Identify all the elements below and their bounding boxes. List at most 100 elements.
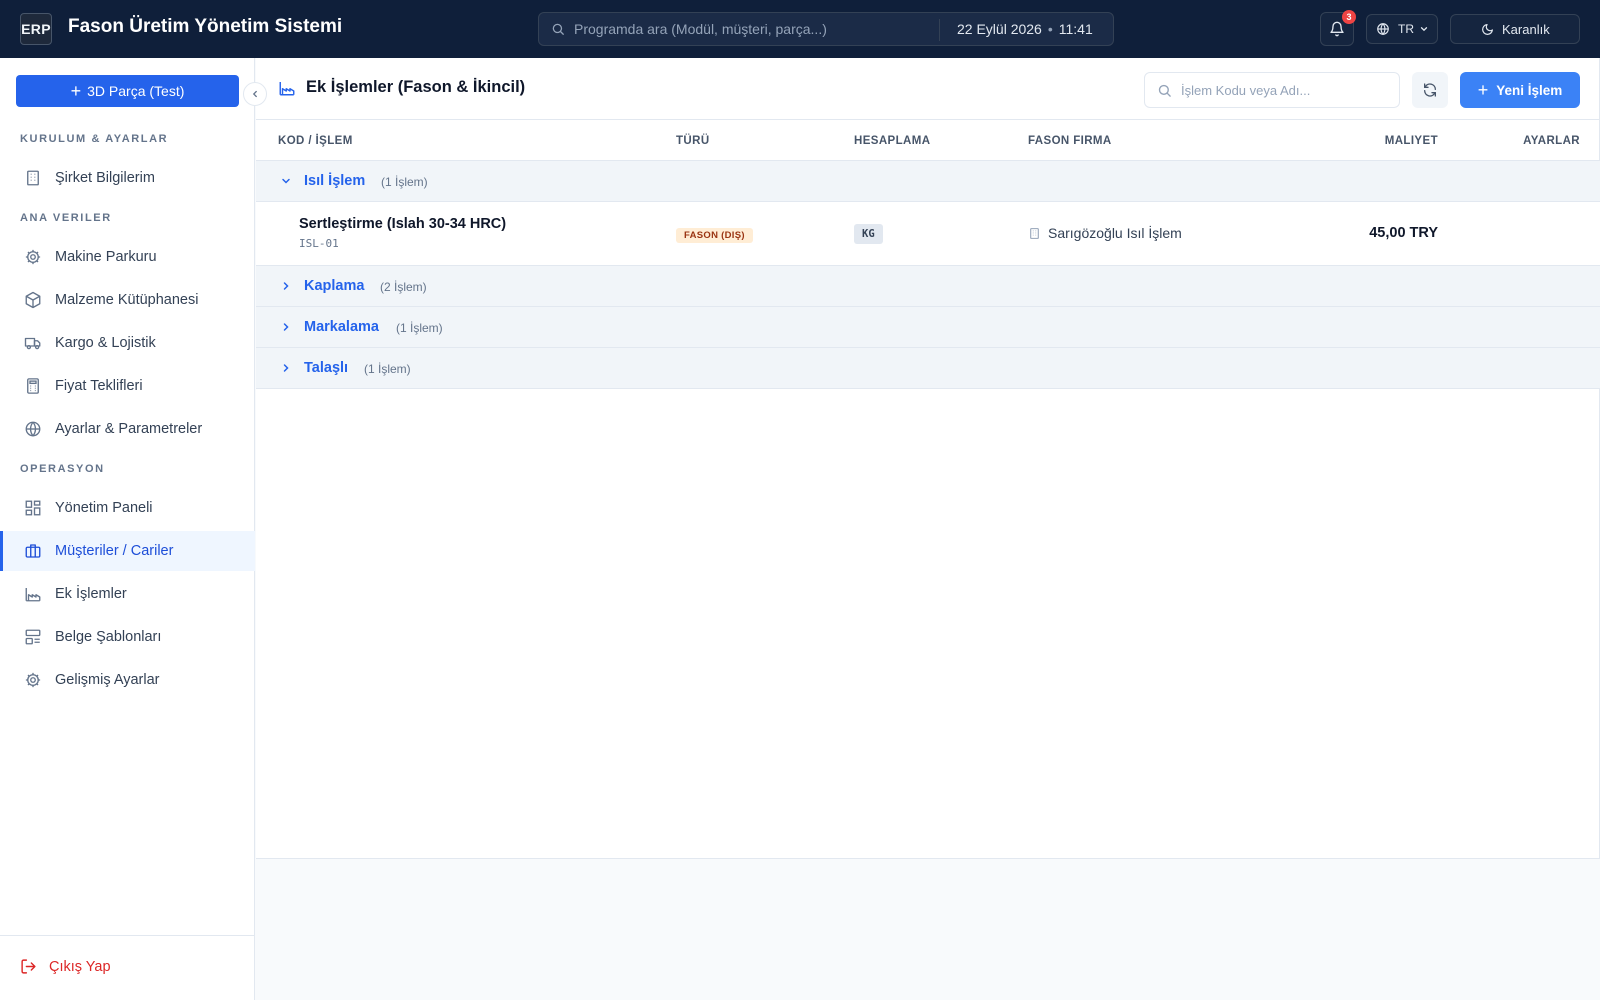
group-row-heat-treatment[interactable]: Isıl İşlem (1 İşlem)	[256, 161, 1600, 202]
sidebar-item-document-templates[interactable]: Belge Şablonları	[0, 617, 255, 657]
group-count: (2 İşlem)	[380, 280, 427, 294]
new-operation-button[interactable]: + Yeni İşlem	[1460, 72, 1580, 108]
globe-icon	[1376, 22, 1390, 36]
sidebar-item-material-library[interactable]: Malzeme Kütüphanesi	[0, 280, 255, 320]
column-header-code[interactable]: KOD / İŞLEM	[278, 135, 353, 147]
top-bar: ERP Fason Üretim Yönetim Sistemi Program…	[0, 0, 1600, 58]
sidebar-item-label: Malzeme Kütüphanesi	[55, 292, 199, 308]
group-name: Markalama	[304, 319, 379, 335]
chevron-left-icon	[250, 89, 260, 99]
chevron-right-icon	[280, 280, 292, 292]
refresh-button[interactable]	[1412, 72, 1448, 108]
new-operation-label: Yeni İşlem	[1496, 82, 1563, 98]
sidebar-item-label: Ayarlar & Parametreler	[55, 421, 203, 437]
notification-count-badge: 3	[1342, 10, 1356, 24]
globe-icon	[24, 420, 42, 438]
chevron-down-icon	[1419, 24, 1429, 34]
current-datetime: 22 Eylül 2026 • 11:41	[957, 21, 1093, 37]
building-icon	[1028, 227, 1041, 240]
global-search-input[interactable]: Programda ara (Modül, müşteri, parça...)…	[538, 12, 1114, 46]
sidebar-item-label: Gelişmiş Ayarlar	[55, 672, 160, 688]
sidebar-item-shipping[interactable]: Kargo & Lojistik	[0, 323, 255, 363]
group-row-coating[interactable]: Kaplama (2 İşlem)	[256, 266, 1600, 307]
group-name: Talaşlı	[304, 360, 349, 376]
sidebar-item-label: Yönetim Paneli	[55, 500, 153, 516]
sidebar-item-label: Makine Parkuru	[55, 249, 157, 265]
calculation-unit-badge: KG	[854, 224, 883, 244]
sidebar-item-extra-operations[interactable]: Ek İşlemler	[0, 574, 255, 614]
group-count: (1 İşlem)	[381, 175, 428, 189]
logout-button[interactable]: Çıkış Yap	[20, 958, 111, 975]
table-header: KOD / İŞLEM TÜRÜ HESAPLAMA FASON FIRMA M…	[256, 120, 1600, 161]
moon-icon	[1481, 23, 1494, 36]
sidebar-item-label: Şirket Bilgilerim	[55, 170, 155, 186]
search-placeholder: Programda ara (Modül, müşteri, parça...)	[574, 21, 827, 37]
sidebar-item-dashboard[interactable]: Yönetim Paneli	[0, 488, 255, 528]
chevron-right-icon	[280, 321, 292, 333]
sidebar-item-advanced-settings[interactable]: Gelişmiş Ayarlar	[0, 660, 255, 700]
bell-icon	[1329, 21, 1345, 37]
group-count: (1 İşlem)	[364, 362, 411, 376]
logout-label: Çıkış Yap	[49, 958, 111, 975]
group-name: Isıl İşlem	[304, 173, 366, 189]
operation-cost: 45,00 TRY	[1369, 225, 1438, 241]
search-icon	[551, 22, 565, 36]
page-title-text: Ek İşlemler (Fason & İkincil)	[306, 78, 526, 96]
notifications-button[interactable]: 3	[1320, 10, 1356, 46]
app-logo[interactable]: ERP	[20, 13, 52, 45]
factory-icon	[278, 79, 296, 97]
sidebar-item-label: Belge Şablonları	[55, 629, 162, 645]
add-3d-part-button[interactable]: + 3D Parça (Test)	[16, 75, 239, 107]
table-row[interactable]: Sertleştirme (Islah 30-34 HRC) ISL-01 FA…	[256, 202, 1600, 266]
column-header-type[interactable]: TÜRÜ	[676, 135, 710, 147]
vendor-name: Sarıgözoğlu Isıl İşlem	[1048, 225, 1182, 241]
gear-icon	[24, 671, 42, 689]
current-date: 22 Eylül 2026	[957, 21, 1042, 37]
sidebar-item-company-info[interactable]: Şirket Bilgilerim	[0, 158, 255, 198]
chevron-right-icon	[280, 362, 292, 374]
plus-icon: +	[70, 81, 82, 101]
theme-toggle-button[interactable]: Karanlık	[1450, 14, 1580, 44]
add-3d-part-label: 3D Parça (Test)	[87, 83, 185, 99]
current-time: 11:41	[1058, 21, 1093, 37]
chevron-down-icon	[280, 175, 292, 187]
sidebar-collapse-button[interactable]	[243, 82, 267, 106]
column-header-calculation[interactable]: HESAPLAMA	[854, 135, 930, 147]
group-row-marking[interactable]: Markalama (1 İşlem)	[256, 307, 1600, 348]
extra-operations-panel: Ek İşlemler (Fason & İkincil) İşlem Kodu…	[256, 58, 1600, 859]
briefcase-icon	[24, 542, 42, 560]
building-icon	[24, 169, 42, 187]
sidebar-item-machine-park[interactable]: Makine Parkuru	[0, 237, 255, 277]
page-title: Ek İşlemler (Fason & İkincil)	[278, 78, 525, 97]
column-header-vendor[interactable]: FASON FIRMA	[1028, 135, 1112, 147]
package-icon	[24, 291, 42, 309]
sidebar-section-master-data: ANA VERILER	[20, 212, 112, 224]
operation-type-badge: FASON (DIŞ)	[676, 228, 753, 243]
logout-icon	[20, 958, 37, 975]
sidebar-item-label: Müşteriler / Cariler	[55, 543, 174, 559]
group-name: Kaplama	[304, 278, 365, 294]
template-icon	[24, 628, 42, 646]
dashboard-icon	[24, 499, 42, 517]
sidebar-section-setup: KURULUM & AYARLAR	[20, 133, 169, 145]
refresh-icon	[1422, 82, 1438, 98]
operation-name: Sertleştirme (Islah 30-34 HRC)	[299, 216, 507, 232]
column-header-settings: AYARLAR	[1523, 135, 1580, 147]
sidebar-item-label: Fiyat Teklifleri	[55, 378, 143, 394]
sidebar-item-settings-parameters[interactable]: Ayarlar & Parametreler	[0, 409, 255, 449]
column-header-cost[interactable]: MALIYET	[1385, 135, 1438, 147]
operation-search-input[interactable]: İşlem Kodu veya Adı...	[1144, 72, 1400, 108]
group-row-machining[interactable]: Talaşlı (1 İşlem)	[256, 348, 1600, 389]
theme-label: Karanlık	[1502, 21, 1550, 37]
sidebar-item-customers[interactable]: Müşteriler / Cariler	[0, 531, 255, 571]
search-divider	[939, 19, 940, 41]
vendor-cell: Sarıgözoğlu Isıl İşlem	[1028, 225, 1182, 241]
gear-icon	[24, 248, 42, 266]
sidebar-item-quotes[interactable]: Fiyat Teklifleri	[0, 366, 255, 406]
app-title: Fason Üretim Yönetim Sistemi	[68, 16, 343, 37]
language-value: TR	[1398, 22, 1414, 36]
panel-header: Ek İşlemler (Fason & İkincil) İşlem Kodu…	[256, 58, 1600, 120]
sidebar: + 3D Parça (Test) KURULUM & AYARLAR Şirk…	[0, 58, 255, 1000]
datetime-separator: •	[1047, 21, 1053, 37]
language-select[interactable]: TR	[1366, 14, 1438, 44]
